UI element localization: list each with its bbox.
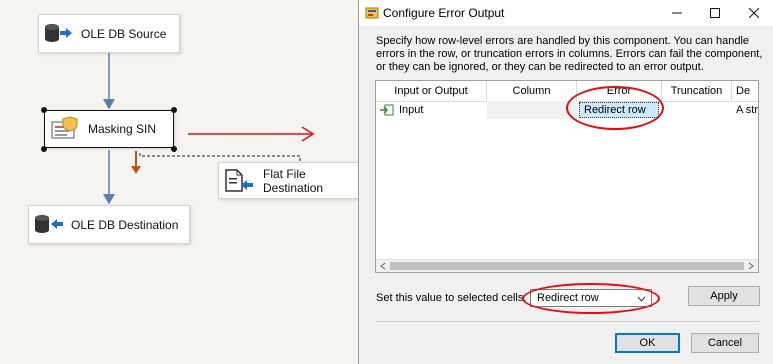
- close-button[interactable]: [735, 0, 773, 26]
- cell-description: A stri: [736, 104, 759, 116]
- scrollbar-thumb[interactable]: [390, 262, 744, 270]
- set-value-label: Set this value to selected cells:: [376, 292, 527, 304]
- annotation-arrow: [188, 126, 315, 142]
- scroll-left-icon[interactable]: [378, 261, 388, 271]
- dialog-titlebar[interactable]: Configure Error Output: [359, 0, 773, 26]
- maximize-icon: [710, 8, 720, 18]
- grid-header-row: Input or Output Column Error Truncation …: [376, 81, 758, 102]
- annotation-circle-dropdown: [522, 283, 660, 314]
- minimize-button[interactable]: [658, 0, 696, 26]
- grid-horizontal-scrollbar[interactable]: [376, 259, 758, 272]
- header-column[interactable]: Column: [487, 81, 577, 101]
- dialog-title: Configure Error Output: [383, 6, 505, 20]
- scroll-right-icon[interactable]: [746, 261, 756, 271]
- apply-button[interactable]: Apply: [688, 286, 760, 306]
- close-icon: [749, 8, 759, 18]
- cancel-button[interactable]: Cancel: [691, 333, 759, 353]
- cell-input-label: Input: [399, 104, 424, 116]
- button-separator: [375, 321, 759, 322]
- header-description[interactable]: De: [732, 81, 758, 101]
- header-input-or-output[interactable]: Input or Output: [376, 81, 487, 101]
- minimize-icon: [672, 12, 682, 14]
- cell-input-or-output: Input: [376, 101, 487, 119]
- maximize-button[interactable]: [696, 0, 734, 26]
- input-icon: [380, 104, 394, 116]
- ok-button[interactable]: OK: [615, 333, 680, 353]
- dialog-description: Specify how row-level errors are handled…: [376, 35, 763, 73]
- header-truncation[interactable]: Truncation: [662, 81, 732, 101]
- annotation-circle-error-cell: [566, 86, 664, 130]
- app-icon: [365, 7, 379, 19]
- cell-truncation[interactable]: [662, 101, 732, 119]
- cell-column[interactable]: [487, 101, 577, 119]
